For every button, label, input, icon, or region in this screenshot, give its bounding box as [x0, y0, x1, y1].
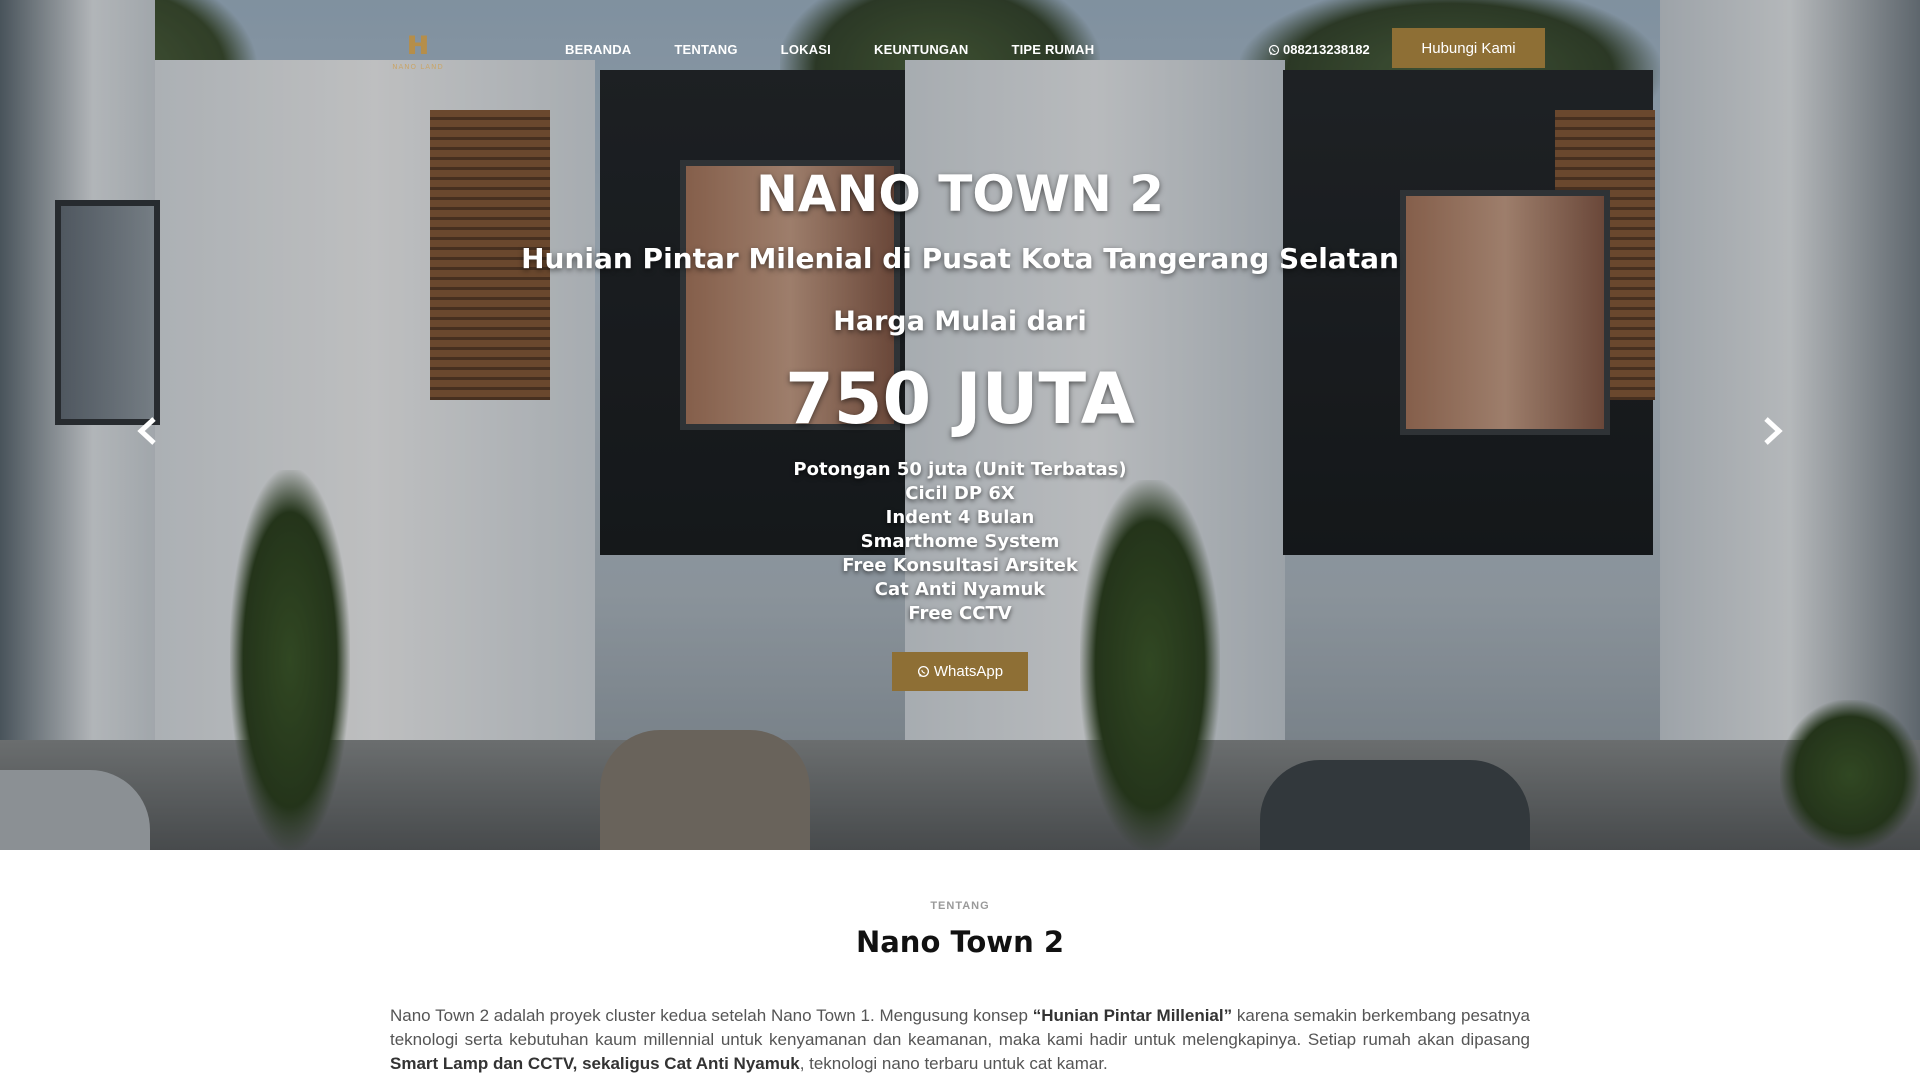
- carousel-prev-button[interactable]: [134, 414, 160, 448]
- feature-item: Potongan 50 juta (Unit Terbatas): [793, 459, 1127, 480]
- whatsapp-label: WhatsApp: [933, 663, 1004, 680]
- phone-number: 088213238182: [1283, 42, 1370, 57]
- about-bold-2: Smart Lamp dan CCTV, sekaligus Cat Anti …: [390, 1054, 800, 1073]
- about-paragraph: Nano Town 2 adalah proyek cluster kedua …: [390, 1004, 1530, 1076]
- nav-item-tipe-rumah[interactable]: TIPE RUMAH: [1011, 42, 1094, 57]
- contact-button[interactable]: Hubungi Kami: [1392, 28, 1545, 68]
- site-logo[interactable]: н NANO LAND: [392, 26, 444, 78]
- nav-item-tentang[interactable]: TENTANG: [674, 42, 737, 57]
- chevron-right-icon: [1764, 417, 1783, 445]
- phone-link[interactable]: 088213238182: [1268, 42, 1370, 57]
- nav-item-beranda[interactable]: BERANDA: [565, 42, 631, 57]
- feature-item: Cicil DP 6X: [905, 483, 1015, 504]
- about-bold-1: “Hunian Pintar Millenial”: [1032, 1006, 1233, 1025]
- hero-subtitle: Hunian Pintar Milenial di Pusat Kota Tan…: [521, 242, 1399, 275]
- logo-text: NANO LAND: [392, 63, 444, 71]
- hero-section: н NANO LAND BERANDA TENTANG LOKASI KEUNT…: [0, 0, 1920, 850]
- whatsapp-icon: [917, 665, 929, 678]
- feature-list: Potongan 50 juta (Unit Terbatas) Cicil D…: [0, 458, 1920, 626]
- about-text-1: Nano Town 2 adalah proyek cluster kedua …: [390, 1006, 1033, 1025]
- price-value: 750 JUTA: [785, 358, 1135, 440]
- feature-item: Indent 4 Bulan: [885, 507, 1035, 528]
- whatsapp-icon: [1268, 44, 1280, 55]
- section-title: Nano Town 2: [855, 925, 1065, 959]
- nav-item-lokasi[interactable]: LOKASI: [781, 42, 831, 57]
- about-text-3: , teknologi nano terbaru untuk cat kamar…: [799, 1054, 1108, 1073]
- feature-item: Free CCTV: [908, 603, 1012, 624]
- feature-item: Smarthome System: [860, 531, 1060, 552]
- feature-item: Cat Anti Nyamuk: [874, 579, 1046, 600]
- feature-item: Free Konsultasi Arsitek: [842, 555, 1078, 576]
- chevron-left-icon: [137, 417, 156, 445]
- logo-mark-icon: н: [406, 23, 430, 63]
- hero-title: NANO TOWN 2: [755, 165, 1165, 223]
- section-kicker: TENTANG: [930, 900, 990, 912]
- carousel-next-button[interactable]: [1760, 414, 1786, 448]
- price-label: Harga Mulai dari: [833, 306, 1087, 337]
- main-nav: BERANDA TENTANG LOKASI KEUNTUNGAN TIPE R…: [565, 42, 1094, 57]
- whatsapp-button[interactable]: WhatsApp: [892, 652, 1028, 691]
- nav-item-keuntungan[interactable]: KEUNTUNGAN: [874, 42, 968, 57]
